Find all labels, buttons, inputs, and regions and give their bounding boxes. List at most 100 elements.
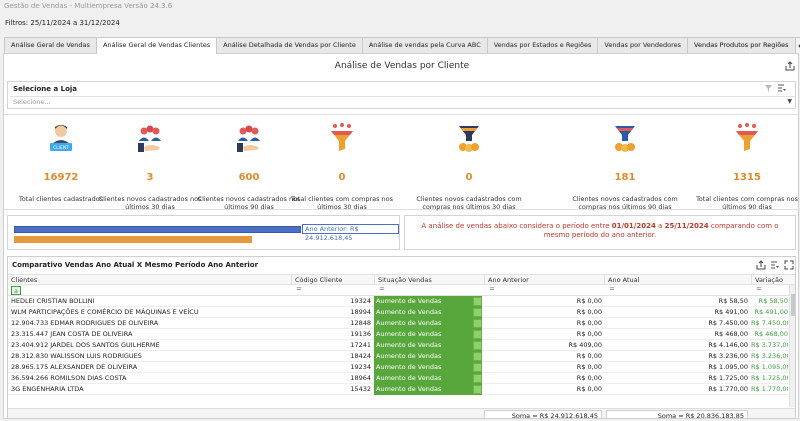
cell-cliente: 23.315.447 JEAN COSTA DE OLIVEIRA bbox=[11, 330, 133, 338]
cell-codigo: 18994 bbox=[350, 308, 371, 316]
kpi-label: Clientes novos cadastrados com compras n… bbox=[572, 195, 678, 211]
table-row[interactable]: 3G ENGENHARIA LTDA 15432 Aumento de Vend… bbox=[8, 384, 788, 395]
cell-ano-atual: R$ 3.236,00 bbox=[708, 352, 748, 360]
tab-analise-geral-vendas[interactable]: Análise Geral de Vendas bbox=[4, 37, 97, 53]
export-icon[interactable] bbox=[756, 260, 766, 270]
status-text: Aumento de Vendas bbox=[376, 319, 442, 327]
list-filter-icon[interactable] bbox=[777, 84, 787, 95]
kpi-value: 3 bbox=[146, 172, 154, 183]
cell-ano-atual: R$ 7.450,00 bbox=[708, 319, 748, 327]
tab-analise-geral-vendas-clientes[interactable]: Análise Geral de Vendas Clientes bbox=[95, 37, 218, 54]
cell-ano-anterior: R$ 0,00 bbox=[576, 308, 602, 316]
exit-icon[interactable] bbox=[794, 37, 800, 53]
kpi-label: Total clientes com compras nos últimos 3… bbox=[290, 195, 394, 211]
cell-codigo: 19234 bbox=[350, 363, 371, 371]
period-note: A análise de vendas abaixo considera o p… bbox=[404, 215, 796, 250]
comparison-bar-panel: Ano Anterior: R$ 24.912.618,45 bbox=[7, 215, 400, 250]
cell-cliente: 28.965.175 ALEXSANDER DE OLIVEIRA bbox=[11, 363, 138, 371]
table-row[interactable]: HEDLEI CRISTIAN BOLLINI 19324 Aumento de… bbox=[8, 296, 788, 307]
cell-situacao: Aumento de Vendas bbox=[374, 351, 482, 362]
kpi-label: Clientes novos cadastrados nos últimos 3… bbox=[98, 195, 202, 211]
grid-title: Comparativo Vendas Ano Atual X Mesmo Per… bbox=[12, 261, 259, 269]
table-row[interactable]: 12.904.733 EDMAR RODRIGUES DE OLIVEIRA 1… bbox=[8, 318, 788, 329]
cell-ano-atual: R$ 1.095,00 bbox=[708, 363, 748, 371]
table-row[interactable]: WLM PARTICIPAÇÕES E COMÉRCIO DE MÁQUINAS… bbox=[8, 307, 788, 318]
cell-cliente: 28.312.830 WALISSON LUIS RODRIGUES bbox=[11, 352, 142, 360]
cell-ano-atual: R$ 58,50 bbox=[718, 297, 748, 305]
cell-situacao: Aumento de Vendas bbox=[374, 307, 482, 318]
cell-variacao: R$ 468,00 bbox=[754, 330, 788, 338]
vertical-scrollbar[interactable] bbox=[789, 285, 795, 407]
funnel-coins-icon bbox=[459, 126, 479, 152]
cell-situacao: Aumento de Vendas bbox=[374, 318, 482, 329]
kpi-value: 0 bbox=[465, 172, 473, 183]
funnel-icon bbox=[331, 123, 353, 151]
kpi-value: 0 bbox=[338, 172, 346, 183]
cell-situacao: Aumento de Vendas bbox=[374, 296, 482, 307]
cell-situacao: Aumento de Vendas bbox=[374, 373, 482, 384]
scrollbar-thumb[interactable] bbox=[791, 294, 795, 316]
kpi-value: 181 bbox=[614, 172, 636, 183]
cell-variacao: R$ 1.770,00 bbox=[751, 385, 788, 393]
cell-ano-anterior: R$ 0,00 bbox=[576, 363, 602, 371]
cell-variacao: R$ 491,00 bbox=[754, 308, 788, 316]
filter-equals-icon[interactable]: = bbox=[296, 285, 302, 293]
store-select-placeholder: Selecione... bbox=[13, 98, 51, 106]
filter-equals-icon[interactable]: = bbox=[609, 285, 615, 293]
bar-current-year bbox=[14, 236, 253, 243]
cell-situacao: Aumento de Vendas bbox=[374, 384, 482, 395]
list-filter-icon[interactable] bbox=[770, 260, 780, 270]
arrow-up-icon bbox=[473, 363, 482, 372]
filter-equals-icon[interactable]: = bbox=[489, 285, 495, 293]
export-icon[interactable] bbox=[785, 61, 795, 73]
comparison-grid: Comparativo Vendas Ano Atual X Mesmo Per… bbox=[7, 256, 796, 419]
arrow-up-icon bbox=[473, 319, 482, 328]
tab-analise-detalhada-cliente[interactable]: Análise Detalhada de Vendas por Cliente bbox=[216, 37, 363, 53]
arrow-up-icon bbox=[473, 352, 482, 361]
cell-ano-anterior: R$ 409,00 bbox=[568, 341, 602, 349]
tab-vendedores[interactable]: Vendas por Vendedores bbox=[597, 37, 689, 53]
cell-situacao: Aumento de Vendas bbox=[374, 362, 482, 373]
cell-variacao: R$ 58,50 bbox=[758, 297, 788, 305]
cell-codigo: 15432 bbox=[350, 385, 371, 393]
cell-codigo: 19324 bbox=[350, 297, 371, 305]
filter-equals-icon[interactable]: = bbox=[379, 285, 385, 293]
status-text: Aumento de Vendas bbox=[376, 341, 442, 349]
grid-toolbar bbox=[756, 260, 794, 270]
chevron-down-icon[interactable]: ▼ bbox=[787, 98, 792, 105]
filter-row: a = = = = = bbox=[8, 285, 795, 296]
table-row[interactable]: 36.594.266 ROMILSON DIAS COSTA 18964 Aum… bbox=[8, 373, 788, 384]
cell-ano-anterior: R$ 0,00 bbox=[576, 330, 602, 338]
cell-variacao: R$ 7.450,00 bbox=[751, 319, 788, 327]
kpi-label: Clientes novos cadastrados com compras n… bbox=[416, 195, 522, 211]
cell-codigo: 12848 bbox=[350, 319, 371, 327]
grid-rows: HEDLEI CRISTIAN BOLLINI 19324 Aumento de… bbox=[8, 296, 788, 395]
bar-previous-year bbox=[14, 226, 301, 233]
tab-produtos-regioes[interactable]: Vendas Produtos por Regiões bbox=[687, 37, 796, 53]
arrow-up-icon bbox=[473, 374, 482, 383]
kpi-row: CLIENT 16972 Total clientes cadastrados … bbox=[4, 114, 800, 211]
store-selector: Selecione a Loja Selecione... ▼ bbox=[7, 81, 796, 109]
filters-text: Filtros: 25/11/2024 a 31/12/2024 bbox=[5, 19, 120, 27]
cell-variacao: R$ 3.236,00 bbox=[751, 352, 788, 360]
tab-bar: Análise Geral de Vendas Análise Geral de… bbox=[4, 37, 800, 54]
tab-estados-regioes[interactable]: Vendas por Estados e Regiões bbox=[486, 37, 599, 53]
status-text: Aumento de Vendas bbox=[376, 385, 442, 393]
table-row[interactable]: 28.312.830 WALISSON LUIS RODRIGUES 18424… bbox=[8, 351, 788, 362]
filter-icon[interactable] bbox=[764, 84, 773, 95]
store-select-input[interactable]: Selecione... ▼ bbox=[10, 96, 795, 107]
table-row[interactable]: 23.404.912 JARDEL DOS SANTOS GUILHERME 1… bbox=[8, 340, 788, 351]
table-row[interactable]: 23.315.447 JEAN COSTA DE OLIVEIRA 19136 … bbox=[8, 329, 788, 340]
table-row[interactable]: 28.965.175 ALEXSANDER DE OLIVEIRA 19234 … bbox=[8, 362, 788, 373]
cell-ano-atual: R$ 1.770,00 bbox=[708, 385, 748, 393]
cell-ano-anterior: R$ 0,00 bbox=[576, 385, 602, 393]
expand-icon[interactable] bbox=[784, 260, 794, 270]
funnel-coins-icon bbox=[615, 126, 635, 152]
text-filter-icon[interactable]: a bbox=[11, 286, 21, 295]
filter-equals-icon[interactable]: = bbox=[756, 285, 762, 293]
cell-ano-anterior: R$ 0,00 bbox=[576, 352, 602, 360]
new-clients-icon bbox=[138, 125, 161, 152]
sum-ano-atual: Soma = R$ 20.836.183,85 bbox=[606, 410, 748, 418]
status-text: Aumento de Vendas bbox=[376, 308, 442, 316]
tab-curva-abc[interactable]: Análise de vendas pela Curva ABC bbox=[361, 37, 488, 53]
